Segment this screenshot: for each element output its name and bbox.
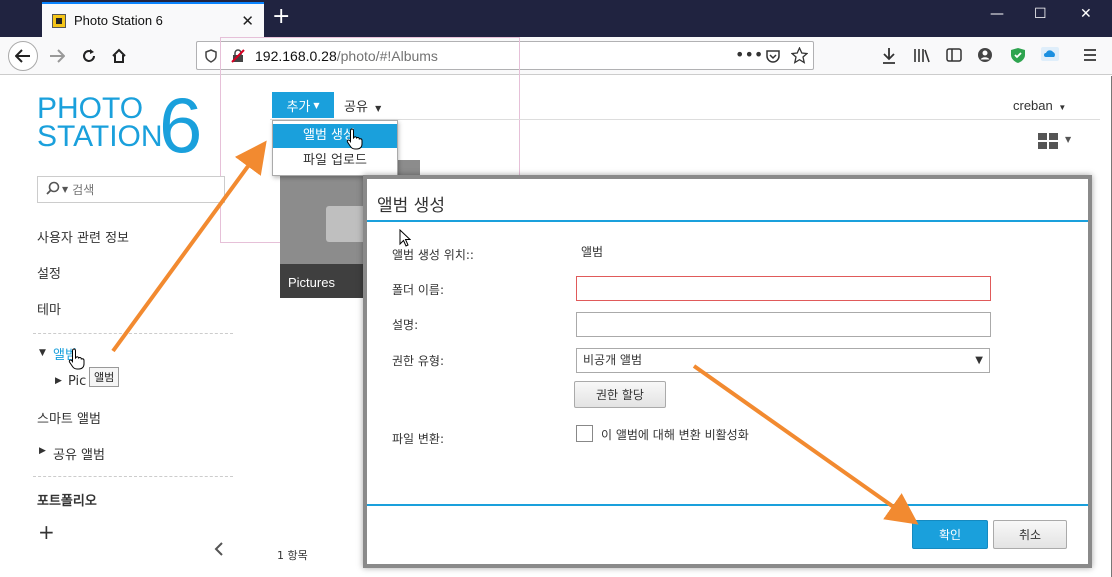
location-value: 앨범 <box>581 245 604 259</box>
user-menu[interactable]: creban ▼ <box>1013 98 1066 113</box>
menu-item-create-album[interactable]: 앨범 생성 <box>273 124 397 148</box>
image-placeholder-icon <box>326 206 366 242</box>
add-dropdown-menu: 앨범 생성 파일 업로드 <box>272 120 398 176</box>
album-tooltip: 앨범 <box>89 367 120 387</box>
pocket-icon[interactable] <box>765 48 781 64</box>
disable-conversion-label[interactable]: 이 앨범에 대해 변환 비활성화 <box>601 426 749 443</box>
dialog-title-rule <box>367 220 1088 222</box>
grid-view-icon[interactable] <box>1038 133 1058 149</box>
url-text: 192.168.0.28/photo/#!Albums <box>255 47 438 64</box>
dialog-footer-rule <box>367 504 1088 506</box>
chevron-down-icon[interactable]: ▼ <box>62 185 68 194</box>
create-album-dialog: 앨범 생성 앨범 생성 위치:: 앨범 폴더 이름: 설명: 권한 유형: 비공… <box>363 175 1092 568</box>
reload-icon[interactable] <box>76 43 102 69</box>
logo-line2: STATION <box>37 120 163 153</box>
chevron-down-icon: ▼ <box>1058 103 1067 112</box>
mouse-pointer-icon <box>399 229 411 247</box>
description-input[interactable] <box>576 312 991 337</box>
insecure-lock-icon[interactable] <box>231 49 245 63</box>
bookmark-star-icon[interactable] <box>791 47 808 64</box>
sidebar-item-smart-album[interactable]: 스마트 앨범 <box>37 408 101 427</box>
share-button-label: 공유 <box>344 100 368 115</box>
account-icon[interactable] <box>977 47 993 63</box>
add-icon[interactable]: + <box>38 520 55 544</box>
minimize-button[interactable]: — <box>990 6 1004 22</box>
file-conversion-label: 파일 변환: <box>392 432 445 446</box>
close-window-button[interactable]: ✕ <box>1080 6 1092 22</box>
sidebar-item-shared-album[interactable]: 공유 앨범 <box>53 444 105 463</box>
ok-button-label: 확인 <box>938 528 962 542</box>
sidebar-divider <box>33 476 233 477</box>
chevron-down-icon[interactable]: ▼ <box>1065 135 1071 144</box>
collapsed-triangle-icon[interactable]: ▶ <box>55 376 62 386</box>
cloud-extension-icon[interactable] <box>1041 47 1059 61</box>
assign-permission-label: 권한 할당 <box>596 388 644 402</box>
close-tab-icon[interactable]: ✕ <box>241 12 254 30</box>
cancel-button[interactable]: 취소 <box>993 520 1067 549</box>
location-label: 앨범 생성 위치:: <box>392 248 474 262</box>
disable-conversion-checkbox[interactable] <box>576 425 593 442</box>
search-box[interactable]: ▼ <box>37 176 225 203</box>
search-icon[interactable] <box>46 181 60 199</box>
menu-item-upload-file[interactable]: 파일 업로드 <box>273 149 397 173</box>
maximize-button[interactable]: ☐ <box>1034 6 1047 22</box>
album-tile-label: Pictures <box>288 275 335 290</box>
add-button[interactable]: 추가 ▼ <box>272 92 334 118</box>
sidebar-item-pictures[interactable]: Pic <box>68 374 86 389</box>
chevron-down-icon: ▼ <box>375 104 382 113</box>
folder-name-input[interactable] <box>576 276 991 301</box>
new-tab-button[interactable]: + <box>272 4 290 29</box>
permission-type-select[interactable]: 비공개 앨범 ▼ <box>576 348 990 373</box>
adblock-shield-icon[interactable] <box>1010 47 1026 64</box>
folder-name-label: 폴더 이름: <box>392 283 445 297</box>
dialog-title: 앨범 생성 <box>377 196 445 216</box>
expanded-triangle-icon[interactable]: ▼ <box>39 348 46 358</box>
share-button[interactable]: 공유 ▼ <box>344 96 381 115</box>
browser-navbar: 192.168.0.28/photo/#!Albums ••• <box>0 37 1112 75</box>
sidebar-divider <box>33 333 233 334</box>
user-name: creban <box>1013 98 1053 113</box>
sidebar-item-settings[interactable]: 설정 <box>37 263 61 282</box>
photo-station-favicon-icon <box>52 13 66 28</box>
tab-title: Photo Station 6 <box>74 13 163 28</box>
library-icon[interactable] <box>913 47 931 63</box>
sidebar-item-user-info[interactable]: 사용자 관련 정보 <box>37 227 129 246</box>
chevron-down-icon: ▼ <box>975 355 983 366</box>
shield-info-icon[interactable] <box>205 49 217 63</box>
cancel-button-label: 취소 <box>1018 528 1042 542</box>
sidebar-item-portfolio[interactable]: 포트폴리오 <box>37 490 97 509</box>
collapse-sidebar-icon[interactable] <box>214 541 224 562</box>
browser-tab[interactable]: Photo Station 6 ✕ <box>42 2 264 37</box>
page-actions-icon[interactable]: ••• <box>735 45 763 64</box>
home-icon[interactable] <box>106 43 132 69</box>
logo-number: 6 <box>159 81 203 169</box>
assign-permission-button[interactable]: 권한 할당 <box>574 381 666 408</box>
permission-type-value: 비공개 앨범 <box>583 353 643 367</box>
add-button-label: 추가 <box>286 99 311 115</box>
search-input[interactable] <box>72 182 213 197</box>
description-label: 설명: <box>392 318 419 332</box>
forward-arrow-icon[interactable] <box>44 43 70 69</box>
sidebar-item-theme[interactable]: 테마 <box>37 299 61 318</box>
permission-type-label: 권한 유형: <box>392 354 445 368</box>
hamburger-menu-icon[interactable] <box>1083 48 1097 62</box>
chevron-down-icon: ▼ <box>313 100 320 110</box>
download-icon[interactable] <box>881 47 897 65</box>
url-bar[interactable]: 192.168.0.28/photo/#!Albums ••• <box>196 41 814 70</box>
back-arrow-icon[interactable] <box>8 41 38 71</box>
ok-button[interactable]: 확인 <box>912 520 988 549</box>
sidebar-toggle-icon[interactable] <box>946 47 962 63</box>
photo-station-page: PHOTO STATION 6 ▼ 사용자 관련 정보 설정 테마 ▼ 앨범 ▶… <box>0 37 1112 577</box>
collapsed-triangle-icon[interactable]: ▶ <box>39 446 46 456</box>
photo-station-logo: PHOTO STATION 6 <box>37 81 217 169</box>
item-count: 1 항목 <box>277 549 308 562</box>
browser-tab-bar: Photo Station 6 ✕ + — ☐ ✕ <box>0 0 1112 37</box>
hand-cursor-icon <box>346 128 363 150</box>
hand-cursor-icon <box>68 348 85 370</box>
